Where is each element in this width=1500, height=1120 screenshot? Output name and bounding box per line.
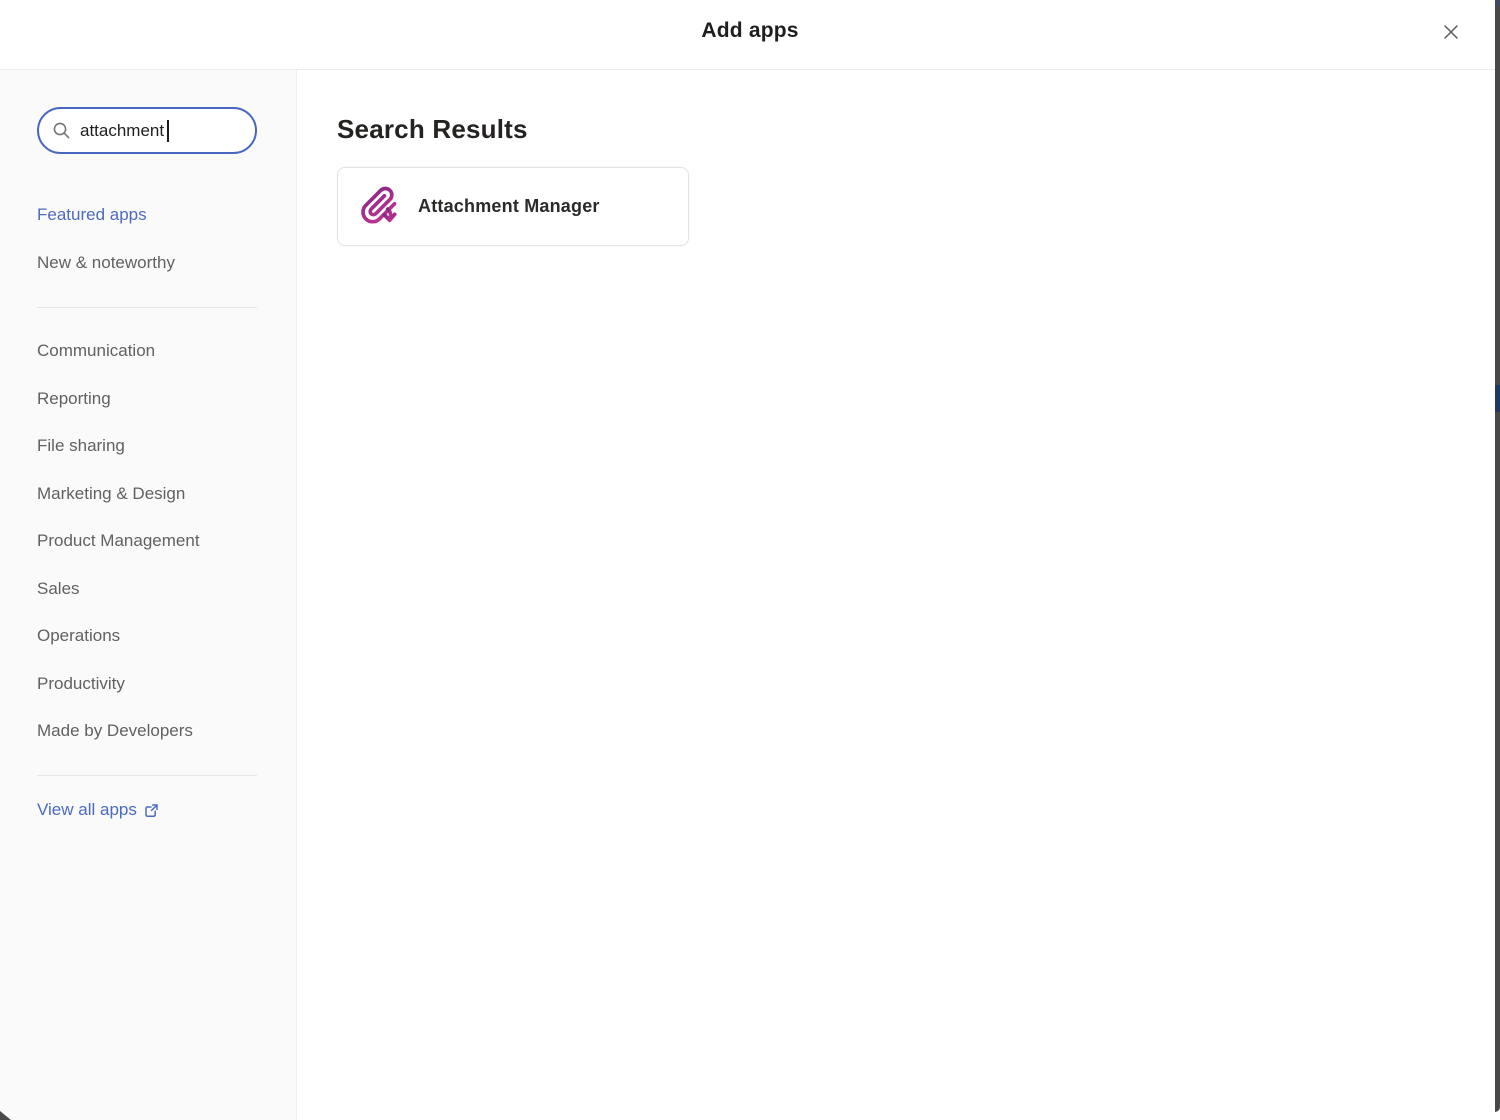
search-icon — [52, 121, 71, 140]
sidebar-item-operations[interactable]: Operations — [37, 624, 120, 648]
sidebar-item-file-sharing[interactable]: File sharing — [37, 434, 125, 458]
dialog-header: Add apps — [0, 0, 1500, 70]
external-link-icon — [144, 803, 159, 818]
background-window-edge-top — [1495, 0, 1500, 6]
sidebar-item-marketing-design[interactable]: Marketing & Design — [37, 482, 185, 506]
sidebar-item-made-by-developers[interactable]: Made by Developers — [37, 719, 193, 743]
view-all-apps-label: View all apps — [37, 798, 137, 822]
sidebar: attachment Featured apps New & noteworth… — [0, 70, 297, 1120]
close-button[interactable] — [1440, 21, 1462, 43]
search-input-value: attachment — [80, 121, 164, 141]
sidebar-item-productivity[interactable]: Productivity — [37, 672, 125, 696]
app-result-card[interactable]: Attachment Manager — [337, 167, 689, 246]
sidebar-item-sales[interactable]: Sales — [37, 577, 80, 601]
text-caret — [167, 120, 169, 142]
search-results-heading: Search Results — [337, 114, 528, 145]
close-icon — [1442, 23, 1460, 41]
search-input[interactable]: attachment — [37, 107, 257, 154]
background-window-edge — [1495, 0, 1500, 1112]
sidebar-item-featured-apps[interactable]: Featured apps — [37, 203, 147, 227]
sidebar-divider — [37, 307, 257, 308]
sidebar-item-new-noteworthy[interactable]: New & noteworthy — [37, 251, 175, 275]
background-window-edge-highlight — [1495, 385, 1500, 412]
sidebar-divider — [37, 775, 257, 776]
dialog-title: Add apps — [0, 19, 1500, 43]
cursor-artifact — [0, 1111, 11, 1120]
main-content: Search Results Attachment Manager — [297, 70, 1495, 1120]
sidebar-item-view-all-apps[interactable]: View all apps — [37, 798, 159, 822]
sidebar-item-communication[interactable]: Communication — [37, 339, 155, 363]
app-result-name: Attachment Manager — [418, 196, 600, 217]
sidebar-item-reporting[interactable]: Reporting — [37, 387, 111, 411]
sidebar-item-product-management[interactable]: Product Management — [37, 529, 200, 553]
paperclip-download-icon — [359, 186, 401, 228]
